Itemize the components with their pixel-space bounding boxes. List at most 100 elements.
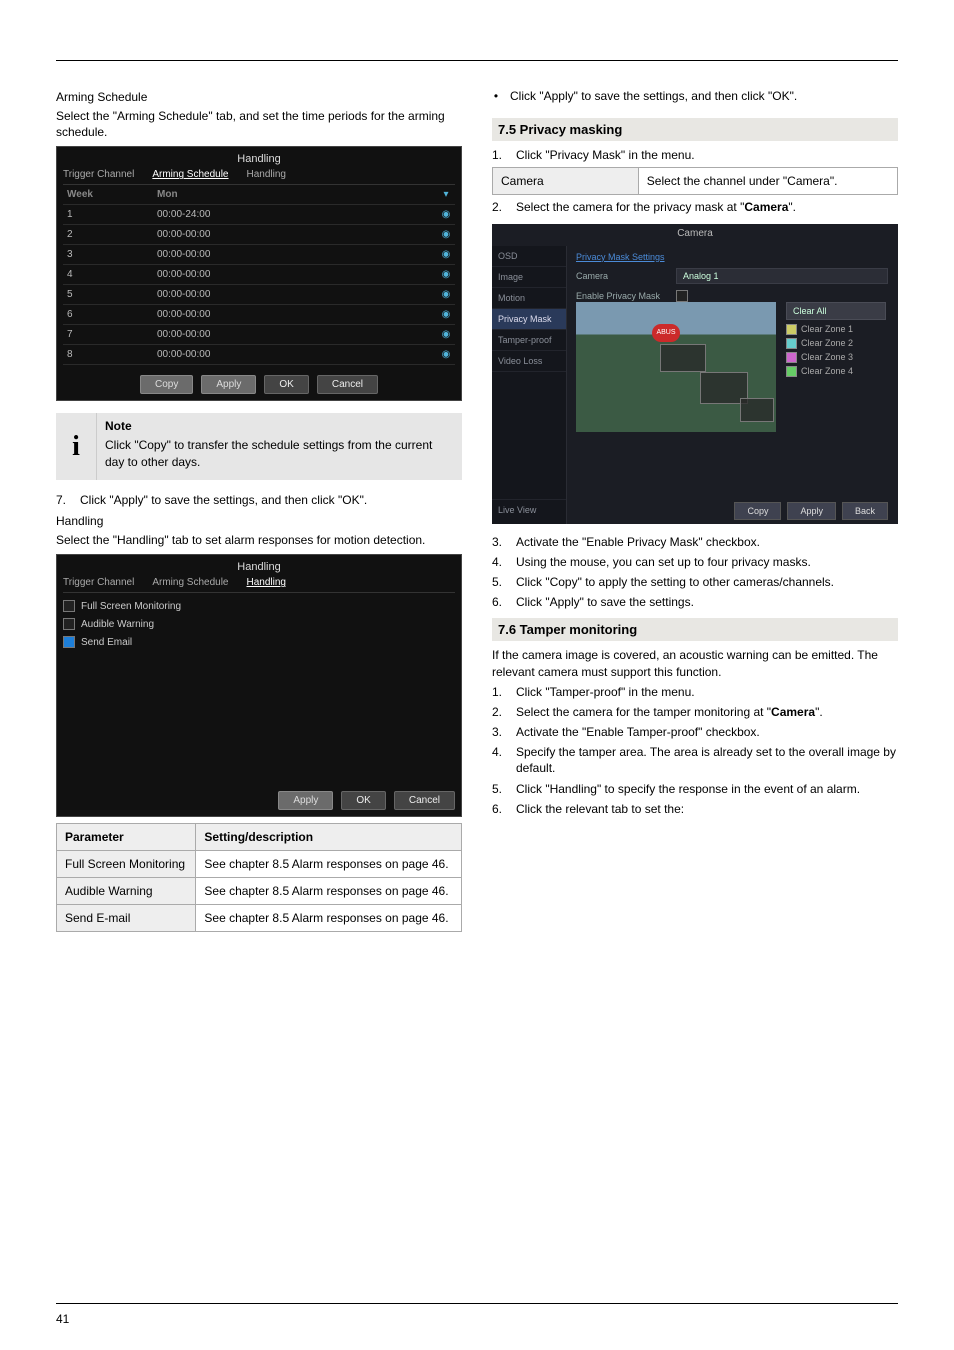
handling-label: Handling — [56, 514, 462, 528]
tamper-step5-text: Click "Handling" to specify the response… — [516, 781, 860, 797]
preview-area[interactable]: ABUS — [576, 302, 776, 432]
tamper-step3-num: 3. — [492, 724, 506, 740]
priv-step2-text: Select the camera for the privacy mask a… — [516, 199, 796, 215]
tamper-step6-text: Click the relevant tab to set the: — [516, 801, 684, 817]
table-row: Audible WarningSee chapter 8.5 Alarm res… — [57, 878, 462, 905]
tab-trigger-channel-2[interactable]: Trigger Channel — [63, 577, 134, 588]
tamper-step3-text: Activate the "Enable Tamper-proof" check… — [516, 724, 760, 740]
handling-option-label: Full Screen Monitoring — [81, 601, 181, 612]
camera-dropdown-table: Camera Select the channel under "Camera"… — [492, 167, 898, 195]
copy-button[interactable]: Copy — [140, 375, 193, 394]
priv-step1-text: Click "Privacy Mask" in the menu. — [516, 147, 695, 163]
priv-step2-num: 2. — [492, 199, 506, 215]
tab-trigger-channel[interactable]: Trigger Channel — [63, 169, 134, 180]
clock-icon[interactable]: ◉ — [437, 289, 455, 300]
info-icon: i — [56, 413, 96, 479]
priv-step3-text: Activate the "Enable Privacy Mask" check… — [516, 534, 760, 550]
priv-step5-text: Click "Copy" to apply the setting to oth… — [516, 574, 834, 590]
page-number: 41 — [56, 1312, 69, 1326]
tab-handling[interactable]: Handling — [247, 169, 286, 180]
copy-button-3[interactable]: Copy — [734, 502, 781, 520]
schedule-row[interactable]: 300:00-00:00◉ — [63, 245, 455, 265]
sidebar-item-image[interactable]: Image — [492, 267, 566, 288]
ok-button-2[interactable]: OK — [341, 791, 385, 810]
enable-privacy-checkbox[interactable] — [676, 290, 688, 302]
clear-zone-2[interactable]: Clear Zone 2 — [801, 338, 853, 348]
arming-schedule-para: Select the "Arming Schedule" tab, and se… — [56, 108, 462, 140]
priv-step3-num: 3. — [492, 534, 506, 550]
tamper-step6-num: 6. — [492, 801, 506, 817]
handling-arming-figure: Handling Trigger Channel Arming Schedule… — [56, 146, 462, 401]
sidebar-item-tamper-proof[interactable]: Tamper-proof — [492, 330, 566, 351]
sidebar-item-video-loss[interactable]: Video Loss — [492, 351, 566, 372]
mask-zone-3[interactable] — [740, 398, 774, 422]
note-body: Click "Copy" to transfer the schedule se… — [105, 437, 454, 469]
arming-schedule-label: Arming Schedule — [56, 90, 462, 104]
camera-field-label: Camera — [576, 271, 676, 281]
handling-parameters-table: ParameterSetting/descriptionFull Screen … — [56, 823, 462, 932]
priv-step6-num: 6. — [492, 594, 506, 610]
clock-icon[interactable]: ◉ — [437, 269, 455, 280]
priv-step1-num: 1. — [492, 147, 506, 163]
tab-arming-schedule-2[interactable]: Arming Schedule — [152, 577, 228, 588]
clock-icon[interactable]: ◉ — [437, 309, 455, 320]
step7-text: Click "Apply" to save the settings, and … — [80, 492, 367, 508]
clock-icon[interactable]: ◉ — [437, 249, 455, 260]
schedule-row[interactable]: 500:00-00:00◉ — [63, 285, 455, 305]
sidebar-item-live-view[interactable]: Live View — [492, 499, 566, 520]
handling-option-row[interactable]: Full Screen Monitoring — [63, 597, 455, 615]
table-header-param: Parameter — [57, 824, 196, 851]
fig3-title: Camera — [492, 224, 898, 243]
clear-all-button[interactable]: Clear All — [786, 302, 886, 320]
checkbox[interactable] — [63, 600, 75, 612]
tab-handling-2[interactable]: Handling — [247, 577, 286, 588]
tab-arming-schedule[interactable]: Arming Schedule — [152, 169, 228, 180]
mask-zone-1[interactable] — [660, 344, 706, 372]
clear-zone-3[interactable]: Clear Zone 3 — [801, 352, 853, 362]
sidebar-item-privacy-mask[interactable]: Privacy Mask — [492, 309, 566, 330]
handling-option-row[interactable]: Send Email — [63, 633, 455, 651]
priv-step5-num: 5. — [492, 574, 506, 590]
schedule-row[interactable]: 700:00-00:00◉ — [63, 325, 455, 345]
schedule-header: Week Mon ▾ — [63, 185, 455, 205]
right-bullet-text: Click "Apply" to save the settings, and … — [510, 88, 797, 104]
schedule-row[interactable]: 600:00-00:00◉ — [63, 305, 455, 325]
apply-button[interactable]: Apply — [201, 375, 256, 394]
sidebar-item-osd[interactable]: OSD — [492, 246, 566, 267]
clock-icon[interactable]: ◉ — [437, 209, 455, 220]
apply-button-3[interactable]: Apply — [787, 502, 836, 520]
privacy-mask-settings-link[interactable]: Privacy Mask Settings — [576, 252, 888, 262]
schedule-row[interactable]: 400:00-00:00◉ — [63, 265, 455, 285]
camera-dropdown-note: Select the channel under "Camera". — [638, 168, 897, 195]
clear-zone-1[interactable]: Clear Zone 1 — [801, 324, 853, 334]
cancel-button-2[interactable]: Cancel — [394, 791, 455, 810]
tamper-step2-num: 2. — [492, 704, 506, 720]
tamper-monitoring-heading: 7.6 Tamper monitoring — [492, 618, 898, 641]
table-header-desc: Setting/description — [196, 824, 462, 851]
checkbox[interactable] — [63, 636, 75, 648]
chevron-down-icon[interactable]: ▾ — [437, 189, 455, 200]
table-row: Send E-mailSee chapter 8.5 Alarm respons… — [57, 905, 462, 932]
apply-button-2[interactable]: Apply — [278, 791, 333, 810]
schedule-row[interactable]: 800:00-00:00◉ — [63, 345, 455, 365]
priv-step6-text: Click "Apply" to save the settings. — [516, 594, 694, 610]
clock-icon[interactable]: ◉ — [437, 229, 455, 240]
handling-options-figure: Handling Trigger Channel Arming Schedule… — [56, 554, 462, 817]
clock-icon[interactable]: ◉ — [437, 329, 455, 340]
note-title: Note — [105, 419, 454, 433]
priv-step4-num: 4. — [492, 554, 506, 570]
sidebar-item-motion[interactable]: Motion — [492, 288, 566, 309]
tamper-step4-num: 4. — [492, 744, 506, 776]
ok-button[interactable]: OK — [264, 375, 308, 394]
tamper-para: If the camera image is covered, an acous… — [492, 647, 898, 679]
schedule-row[interactable]: 200:00-00:00◉ — [63, 225, 455, 245]
schedule-row[interactable]: 100:00-24:00◉ — [63, 205, 455, 225]
camera-field-value[interactable]: Analog 1 — [676, 268, 888, 284]
cancel-button[interactable]: Cancel — [317, 375, 378, 394]
camera-dropdown-label: Camera — [493, 168, 639, 195]
checkbox[interactable] — [63, 618, 75, 630]
handling-option-row[interactable]: Audible Warning — [63, 615, 455, 633]
back-button[interactable]: Back — [842, 502, 888, 520]
clear-zone-4[interactable]: Clear Zone 4 — [801, 366, 853, 376]
clock-icon[interactable]: ◉ — [437, 349, 455, 360]
